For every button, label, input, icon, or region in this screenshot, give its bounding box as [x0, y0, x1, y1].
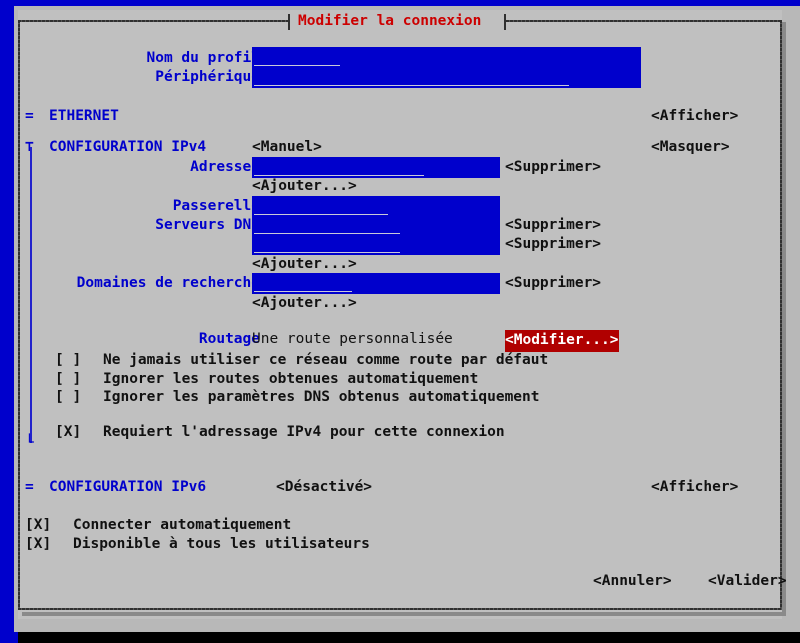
ipv4-search-domain-remove-0[interactable]: <Supprimer> — [505, 274, 601, 293]
dialog-border-top-left — [18, 20, 288, 22]
device-cursor-underline — [254, 85, 569, 86]
ipv4-address-add-button[interactable]: <Ajouter...> — [252, 177, 357, 196]
ethernet-section-marker[interactable]: = — [25, 107, 34, 126]
ipv4-gateway-input[interactable]: 192.168.1.1 — [252, 196, 500, 217]
ipv4-method-select[interactable]: <Manuel> — [252, 138, 322, 157]
option-all-users-mark[interactable]: [X] — [25, 535, 51, 554]
ok-button[interactable]: <Valider> — [708, 572, 787, 591]
ipv4-search-domain-cursor-0 — [254, 291, 352, 292]
ipv4-section-title: CONFIGURATION IPv4 — [49, 139, 207, 155]
ipv4-search-domain-input-0[interactable]: home.dom — [252, 273, 500, 294]
dialog-shadow-bottom — [22, 612, 786, 616]
ipv4-dns-cursor-1 — [254, 252, 400, 253]
ipv4-checkbox-require-ipv4-mark[interactable]: [X] — [55, 423, 81, 442]
device-select[interactable]: enp0s25 (00:1C:C0:A3:90:C2) — [252, 67, 641, 88]
ipv4-address-remove-0[interactable]: <Supprimer> — [505, 158, 601, 177]
ipv4-checkbox-ignore-dns-label: Ignorer les paramètres DNS obtenus autom… — [103, 389, 540, 405]
ipv4-checkbox-ignore-routes-mark[interactable]: [ ] — [55, 370, 81, 389]
ipv4-tree-vertical — [30, 147, 32, 443]
profile-name-cursor-underline — [254, 65, 340, 66]
option-autoconnect-label: Connecter automatiquement — [73, 517, 292, 533]
ipv4-gateway-label: Passerelle — [172, 198, 260, 214]
dialog-border-top-right — [506, 20, 782, 22]
ipv4-hide-button[interactable]: <Masquer> — [651, 138, 730, 157]
ipv6-section-marker[interactable]: = — [25, 478, 34, 497]
profile-name-input[interactable]: enp0s25 — [252, 47, 641, 68]
ipv4-tree-corner: └ — [25, 435, 34, 451]
ipv4-checkbox-ignore-routes-label: Ignorer les routes obtenues automatiquem… — [103, 371, 479, 387]
ipv4-search-domains-label: Domaines de recherche — [76, 275, 260, 291]
ipv4-dns-add-button[interactable]: <Ajouter...> — [252, 255, 357, 274]
edit-connection-dialog: Modifier la connexion Nom du profil enp0… — [18, 10, 787, 619]
dialog-title-tick-left — [288, 14, 290, 30]
ipv4-addresses-label: Adresses — [190, 159, 260, 175]
ipv4-address-input-0[interactable]: 192.168.1.3/24 — [252, 157, 500, 178]
ipv4-checkbox-ignore-dns-mark[interactable]: [ ] — [55, 388, 81, 407]
dialog-shadow-right — [782, 22, 786, 614]
ipv6-method-select[interactable]: <Désactivé> — [276, 478, 372, 497]
profile-name-label: Nom du profil — [146, 50, 261, 66]
ipv4-routing-label: Routage — [198, 331, 260, 347]
ipv4-dns-input-0[interactable]: 192.168.1.60 — [252, 215, 500, 236]
ethernet-section-title: ETHERNET — [49, 108, 119, 124]
ipv4-address-cursor-0 — [254, 175, 424, 176]
ipv4-dns-label: Serveurs DNS — [155, 217, 260, 233]
dialog-border-bottom — [18, 608, 782, 610]
ipv6-show-button[interactable]: <Afficher> — [651, 478, 738, 497]
ipv4-checkbox-never-default-mark[interactable]: [ ] — [55, 351, 81, 370]
ipv4-routing-value: Une route personnalisée — [252, 331, 453, 347]
option-autoconnect-mark[interactable]: [X] — [25, 516, 51, 535]
ipv4-checkbox-require-ipv4-label: Requiert l'adressage IPv4 pour cette con… — [103, 424, 505, 440]
ipv4-search-domain-add-button[interactable]: <Ajouter...> — [252, 294, 357, 313]
terminal-screen: Modifier la connexion Nom du profil enp0… — [0, 0, 800, 643]
option-all-users-label: Disponible à tous les utilisateurs — [73, 536, 370, 552]
ipv6-section-title: CONFIGURATION IPv6 — [49, 479, 207, 495]
ipv4-dns-remove-0[interactable]: <Supprimer> — [505, 216, 601, 235]
dialog-border-left — [18, 20, 20, 610]
ethernet-show-button[interactable]: <Afficher> — [651, 107, 738, 126]
device-label: Périphérique — [155, 69, 260, 85]
ipv4-checkbox-never-default-label: Ne jamais utiliser ce réseau comme route… — [103, 352, 549, 368]
cancel-button[interactable]: <Annuler> — [593, 572, 672, 591]
ipv4-dns-remove-1[interactable]: <Supprimer> — [505, 235, 601, 254]
dialog-title-tick-right — [504, 14, 506, 30]
ipv4-routing-edit-button[interactable]: <Modifier...> — [505, 330, 619, 353]
dialog-title: Modifier la connexion — [298, 13, 482, 29]
ipv4-dns-input-1[interactable]: 195.238.2.21 — [252, 234, 500, 255]
